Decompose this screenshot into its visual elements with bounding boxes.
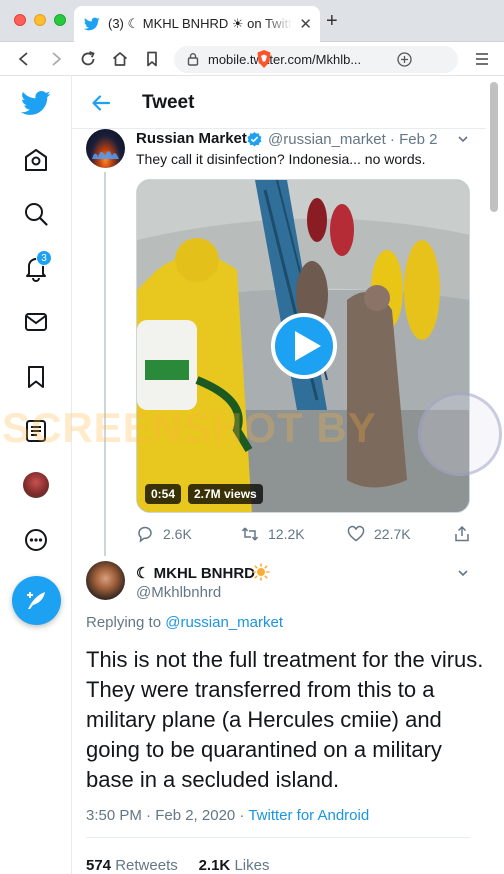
quoted-tweet-text: They call it disinfection? Indonesia... … — [136, 151, 426, 167]
sun-emoji-icon — [252, 563, 270, 581]
messages-envelope-icon[interactable] — [22, 308, 50, 336]
retweet-count: 12.2K — [268, 526, 305, 542]
compose-tweet-button[interactable] — [12, 576, 61, 625]
new-tab-button[interactable]: + — [326, 11, 338, 31]
browser-tab-bar: (3) ☾ MKHL BNHRD ☀ on Twitter: "This is … — [0, 0, 504, 42]
retweets-count: 574 — [86, 857, 112, 874]
back-arrow-icon[interactable] — [90, 92, 112, 114]
replying-to-label: Replying to @russian_market — [86, 614, 283, 631]
compose-feather-icon — [27, 592, 45, 609]
page-title: Tweet — [142, 92, 195, 113]
minimize-window-button[interactable] — [34, 14, 46, 26]
hamburger-menu-icon[interactable] — [474, 50, 490, 68]
add-bookmark-icon[interactable] — [396, 51, 413, 68]
home-icon[interactable] — [22, 146, 50, 174]
likes-label: Likes — [234, 857, 270, 874]
like-count: 22.7K — [374, 526, 411, 542]
forward-icon[interactable] — [46, 49, 66, 69]
page-scrollbar[interactable] — [489, 80, 499, 874]
replying-to-link[interactable]: @russian_market — [165, 614, 283, 631]
bookmarks-icon[interactable] — [22, 363, 50, 391]
video-player[interactable]: 0:54 2.7M views — [136, 179, 470, 513]
timestamp-text[interactable]: 3:50 PM · Feb 2, 2020 · — [86, 807, 248, 824]
notifications-badge: 3 — [36, 250, 52, 266]
profile-avatar[interactable] — [23, 472, 49, 498]
russian-market-avatar[interactable] — [86, 129, 125, 168]
tab-title: (3) ☾ MKHL BNHRD ☀ on Twitter: "This is … — [108, 16, 292, 31]
more-options-icon[interactable] — [22, 526, 50, 554]
bookmark-page-icon[interactable] — [142, 49, 162, 69]
video-duration: 0:54 — [145, 484, 182, 504]
thread-connector-line — [104, 172, 106, 556]
heart-icon — [347, 525, 365, 542]
scrollbar-thumb[interactable] — [490, 82, 498, 212]
home-icon[interactable] — [110, 49, 130, 69]
twitter-sidebar: 3 — [0, 76, 72, 874]
brave-shield-icon[interactable] — [254, 49, 274, 69]
quoted-handle-date[interactable]: @russian_market · Feb 2 — [268, 131, 437, 148]
replying-to-prefix: Replying to — [86, 614, 166, 631]
page-header: Tweet — [72, 76, 486, 129]
address-bar[interactable]: mobile.twitter.com/Mkhlb... — [174, 46, 458, 73]
share-icon — [455, 525, 469, 542]
mkhl-bnhrd-avatar[interactable] — [86, 561, 125, 600]
explore-search-icon[interactable] — [22, 200, 50, 228]
likes-stat[interactable]: 2.1K Likes — [199, 857, 270, 874]
retweets-stat[interactable]: 574 Retweets — [86, 857, 178, 874]
twitter-bird-icon — [84, 17, 100, 31]
video-views: 2.7M views — [188, 484, 263, 504]
quoted-author-name[interactable]: Russian Market — [136, 130, 247, 147]
avatar-flames-image — [92, 151, 119, 159]
play-icon — [295, 331, 321, 361]
chevron-down-icon[interactable] — [456, 132, 470, 146]
reply-bubble-icon — [138, 526, 152, 543]
browser-toolbar: mobile.twitter.com/Mkhlb... — [0, 42, 504, 76]
maximize-window-button[interactable] — [54, 14, 66, 26]
retweet-icon — [241, 527, 259, 541]
close-window-button[interactable] — [14, 14, 26, 26]
watermark-seal — [418, 392, 502, 476]
verified-badge-icon — [247, 132, 262, 147]
likes-count: 2.1K — [198, 857, 231, 874]
chevron-down-icon[interactable] — [456, 566, 470, 580]
twitter-logo-icon[interactable] — [21, 88, 51, 118]
back-icon[interactable] — [14, 49, 34, 69]
tweet-timestamp: 3:50 PM · Feb 2, 2020 · Twitter for Andr… — [86, 807, 369, 824]
reload-icon[interactable] — [78, 49, 98, 69]
browser-tab[interactable]: (3) ☾ MKHL BNHRD ☀ on Twitter: "This is … — [74, 6, 320, 42]
tweet-stats: 574 Retweets 2.1K Likes — [86, 857, 269, 874]
url-text: mobile.twitter.com/Mkhlb... — [208, 52, 362, 67]
tab-close-icon[interactable]: ✕ — [299, 15, 312, 33]
author-name[interactable]: ☾ MKHL BNHRD — [136, 564, 255, 582]
tweet-source-link[interactable]: Twitter for Android — [248, 807, 369, 824]
author-handle[interactable]: @Mkhlbnhrd — [136, 584, 221, 601]
tweet-text: This is not the full treatment for the v… — [86, 647, 484, 792]
play-button[interactable] — [271, 313, 337, 379]
reply-count: 2.6K — [163, 526, 192, 542]
divider — [86, 837, 470, 838]
retweets-label: Retweets — [115, 857, 178, 874]
watermark-text: SCREENSHOT BY — [2, 404, 377, 451]
lock-icon — [187, 53, 199, 66]
